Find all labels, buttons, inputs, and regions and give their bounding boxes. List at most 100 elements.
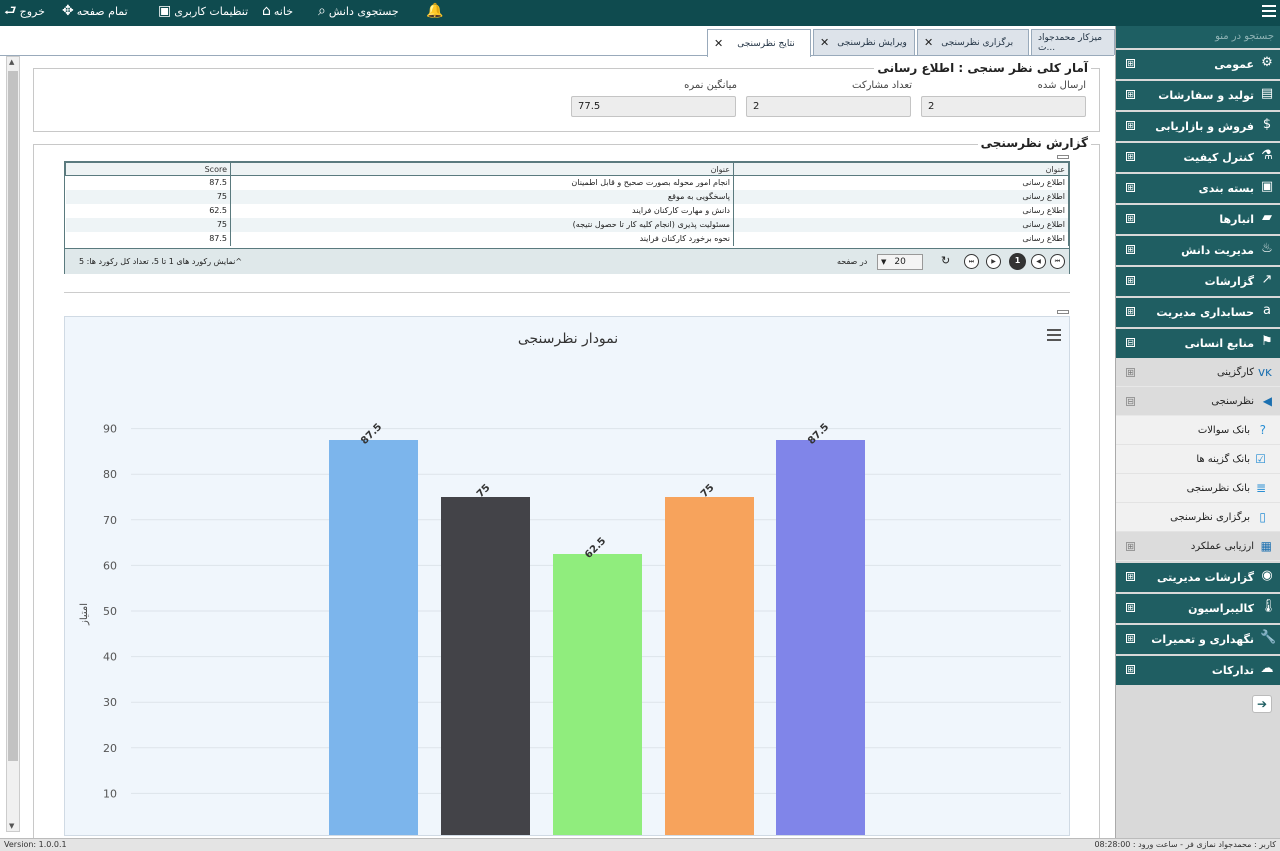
- cell-question: نحوه برخورد کارکنان فرایند: [230, 231, 734, 246]
- tab-dashboard[interactable]: میزکار محمدجواد ت...: [1031, 29, 1115, 55]
- knowledge-search-button[interactable]: ⌕ جستجوی دانش: [318, 4, 399, 18]
- column-header[interactable]: عنوان: [733, 162, 1069, 176]
- expand-icon[interactable]: ⊞: [1126, 90, 1135, 99]
- table-row[interactable]: اطلاع رسانی دانش و مهارت کارکنان فرایند 62…: [65, 203, 1069, 218]
- bar[interactable]: [441, 497, 530, 835]
- first-page-icon[interactable]: ⏮: [1050, 254, 1065, 269]
- sidebar-item[interactable]: 🔧 نگهداری و تعمیرات ⊞: [1116, 625, 1280, 654]
- sidebar-list: ⚙ عمومی ⊞ ▤ تولید و سفارشات ⊞ $ فروش و بازاریاب…: [1116, 50, 1280, 685]
- sidebar-item[interactable]: ≣ بانک نظرسنجی: [1116, 474, 1280, 503]
- cell-survey: اطلاع رسانی: [733, 189, 1069, 204]
- sidebar-item[interactable]: ⚗ کنترل کیفیت ⊞: [1116, 143, 1280, 172]
- cell-survey: اطلاع رسانی: [733, 231, 1069, 246]
- notifications-button[interactable]: 🔔: [426, 4, 443, 18]
- sidebar-item[interactable]: ▣ بسته بندی ⊞: [1116, 174, 1280, 203]
- expand-icon[interactable]: ⊞: [1126, 245, 1135, 254]
- sidebar-item[interactable]: ▯ برگزاری نظرسنجی: [1116, 503, 1280, 532]
- tab-hold-survey[interactable]: ✕ برگزاری نظرسنجی: [917, 29, 1029, 55]
- amazon-icon: a: [1263, 303, 1271, 318]
- sidebar-item[interactable]: ☑ بانک گزینه ها: [1116, 445, 1280, 474]
- sidebar-item[interactable]: ▤ تولید و سفارشات ⊞: [1116, 81, 1280, 110]
- fullscreen-button[interactable]: ✥ تمام صفحه: [62, 4, 128, 18]
- sidebar-item[interactable]: ᴠᴋ کارگزینی ⊞: [1116, 358, 1280, 387]
- exit-button[interactable]: ⮐ خروج: [4, 4, 45, 18]
- sidebar-item-label: برگزاری نظرسنجی: [1170, 512, 1250, 523]
- close-icon[interactable]: ✕: [924, 36, 933, 49]
- sidebar-item[interactable]: 🌡 کالیبراسیون ⊞: [1116, 594, 1280, 623]
- expand-icon[interactable]: ⊞: [1126, 542, 1135, 551]
- sidebar-item[interactable]: ? بانک سوالات: [1116, 416, 1280, 445]
- table-row[interactable]: اطلاع رسانی مسئولیت پذیری (انجام کلیه کار…: [65, 217, 1069, 232]
- user-settings-label: تنظیمات کاربری: [174, 4, 249, 18]
- expand-icon[interactable]: ⊞: [1126, 121, 1135, 130]
- sent-label: ارسال شده: [1037, 80, 1086, 91]
- sidebar-item[interactable]: ▰ انبارها ⊞: [1116, 205, 1280, 234]
- sidebar-item-label: ارزیابی عملکرد: [1190, 541, 1254, 552]
- expand-icon[interactable]: ⊞: [1126, 152, 1135, 161]
- close-icon[interactable]: ✕: [714, 37, 723, 50]
- bar[interactable]: [776, 440, 865, 835]
- scrollbar-thumb[interactable]: [8, 71, 18, 761]
- vertical-scrollbar[interactable]: ▲ ▼: [6, 56, 20, 832]
- expand-icon[interactable]: ⊞: [1126, 665, 1135, 674]
- tab-survey-results[interactable]: ✕ نتایج نظرسنجی: [707, 29, 811, 57]
- sidebar-item[interactable]: a حسابداری مدیریت ⊞: [1116, 298, 1280, 327]
- hamburger-menu-button[interactable]: [1262, 5, 1276, 19]
- sidebar-item[interactable]: ◉ گزارشات مدیریتی ⊞: [1116, 563, 1280, 592]
- tab-edit-survey[interactable]: ✕ ویرایش نظرسنجی: [813, 29, 915, 55]
- close-icon[interactable]: ✕: [820, 36, 829, 49]
- refresh-icon[interactable]: ↻: [941, 254, 950, 267]
- collapse-sidebar-button[interactable]: ➔: [1252, 695, 1272, 713]
- menu-search-input[interactable]: جستجو در منو: [1116, 26, 1280, 48]
- sidebar-item[interactable]: ⚙ عمومی ⊞: [1116, 50, 1280, 79]
- main-content: میزکار محمدجواد ت... ✕ برگزاری نظرسنجی ✕ و…: [0, 26, 1116, 844]
- page-size-select[interactable]: ▼ 20: [877, 254, 923, 270]
- home-button[interactable]: ⌂ خانه: [262, 4, 293, 18]
- per-page-label: در صفحه: [837, 257, 868, 266]
- current-page-button[interactable]: 1: [1009, 253, 1026, 270]
- sidebar-menu: جستجو در منو ⚙ عمومی ⊞ ▤ تولید و سفارشات ⊞ $ فر…: [1116, 26, 1280, 838]
- table-row[interactable]: اطلاع رسانی انجام امور محوله بصورت صحیح و…: [65, 175, 1069, 190]
- expand-icon[interactable]: ⊞: [1126, 307, 1135, 316]
- sidebar-item[interactable]: ▦ ارزیابی عملکرد ⊞: [1116, 532, 1280, 561]
- table-row[interactable]: اطلاع رسانی نحوه برخورد کارکنان فرایند 87.…: [65, 231, 1069, 246]
- stats-title: آمار کلی نظر سنجی : اطلاع رسانی: [874, 61, 1091, 75]
- scroll-down-icon[interactable]: ▼: [9, 822, 14, 830]
- collapse-chart-button[interactable]: [1057, 310, 1069, 314]
- collapse-grid-button[interactable]: [1057, 155, 1069, 159]
- scroll-up-icon[interactable]: ▲: [9, 58, 14, 66]
- column-header[interactable]: عنوان: [230, 162, 734, 176]
- expand-icon[interactable]: ⊞: [1126, 59, 1135, 68]
- question-icon: ?: [1259, 423, 1266, 437]
- cell-question: انجام امور محوله بصورت صحیح و قابل اطمین…: [230, 175, 734, 190]
- column-header[interactable]: Score: [65, 162, 231, 176]
- expand-icon[interactable]: ⊞: [1126, 634, 1135, 643]
- bar[interactable]: [665, 497, 754, 835]
- expand-icon[interactable]: ⊞: [1126, 183, 1135, 192]
- collapse-icon[interactable]: ⊟: [1126, 397, 1135, 406]
- package-icon: ▣: [1260, 179, 1274, 194]
- exit-label: خروج: [19, 4, 45, 18]
- user-settings-button[interactable]: ▣ تنظیمات کاربری: [158, 4, 248, 18]
- sidebar-item[interactable]: $ فروش و بازاریابی ⊞: [1116, 112, 1280, 141]
- expand-icon[interactable]: ⊞: [1126, 214, 1135, 223]
- sidebar-item[interactable]: ⚑ منابع انسانی ⊟: [1116, 329, 1280, 358]
- expand-icon[interactable]: ⊞: [1126, 603, 1135, 612]
- expand-icon[interactable]: ⊞: [1126, 572, 1135, 581]
- table-row[interactable]: اطلاع رسانی پاسخگویی به موقع 75: [65, 189, 1069, 204]
- sidebar-item[interactable]: ↗ گزارشات ⊞: [1116, 267, 1280, 296]
- collapse-icon[interactable]: ⊟: [1126, 338, 1135, 347]
- bell-icon: 🔔: [426, 3, 444, 19]
- bar[interactable]: [329, 440, 418, 835]
- last-page-icon[interactable]: ⏭: [964, 254, 979, 269]
- cell-score: 75: [65, 189, 231, 204]
- sidebar-item[interactable]: ♨ مدیریت دانش ⊞: [1116, 236, 1280, 265]
- version-label: Version: 1.0.0.1: [4, 840, 67, 849]
- prev-page-icon[interactable]: ◀: [1031, 254, 1046, 269]
- next-page-icon[interactable]: ▶: [986, 254, 1001, 269]
- bar[interactable]: [553, 554, 642, 835]
- expand-icon[interactable]: ⊞: [1126, 368, 1135, 377]
- sidebar-item[interactable]: ◀ نظرسنجی ⊟: [1116, 387, 1280, 416]
- sidebar-item[interactable]: ☁ تدارکات ⊞: [1116, 656, 1280, 685]
- expand-icon[interactable]: ⊞: [1126, 276, 1135, 285]
